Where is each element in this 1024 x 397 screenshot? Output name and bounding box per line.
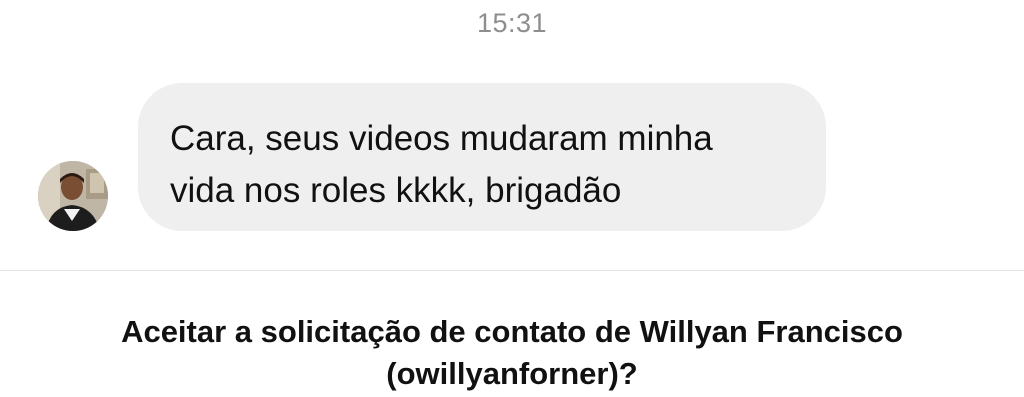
contact-request-prompt: Aceitar a solicitação de contato de Will… xyxy=(121,314,903,391)
message-text: Cara, seus videos mudaram minha vida nos… xyxy=(170,119,713,210)
sender-avatar[interactable] xyxy=(38,161,108,231)
message-timestamp: 15:31 xyxy=(476,8,548,38)
chat-screen: 15:31 Cara, seus videos mudaram minha vi… xyxy=(0,0,1024,397)
incoming-message-row: Cara, seus videos mudaram minha vida nos… xyxy=(38,83,838,231)
divider xyxy=(0,270,1024,271)
user-avatar-photo-icon xyxy=(38,161,108,231)
message-bubble[interactable]: Cara, seus videos mudaram minha vida nos… xyxy=(138,83,826,231)
